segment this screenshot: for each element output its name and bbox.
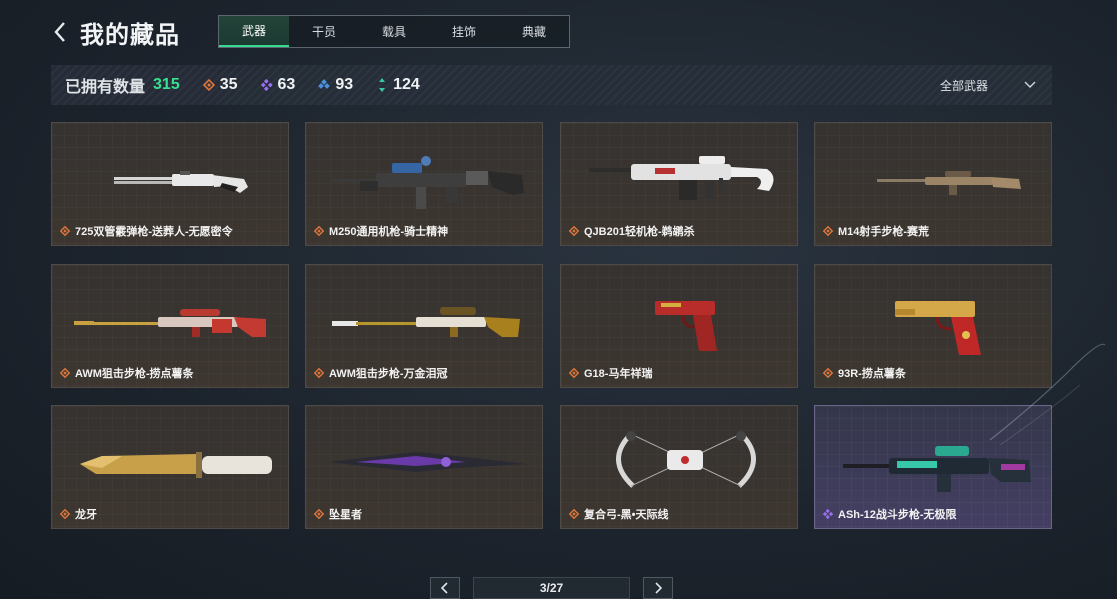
light-machine-gun-icon — [589, 156, 774, 200]
tab-weapons[interactable]: 武器 — [219, 16, 289, 47]
tab-charms[interactable]: 挂饰 — [429, 16, 499, 47]
item-label: 93R-捞点薯条 — [823, 365, 906, 381]
item-card[interactable]: AWM狙击步枪-万金泪冠 — [305, 264, 543, 388]
item-grid: 725双管霰弹枪-送葬人-无愿密令 M250通用机枪-骑士精神 QJB201轻机… — [51, 122, 1052, 532]
stats-bar: 已拥有数量 315 35 63 93 124 全部武器 — [51, 65, 1052, 105]
category-tabs: 武器 干员 载具 挂饰 典藏 — [218, 15, 570, 48]
item-card[interactable]: G18-马年祥瑞 — [560, 264, 798, 388]
stat-orange-count: 35 — [219, 76, 238, 93]
owned-label: 已拥有数量 — [65, 79, 146, 96]
item-label: AWM狙击步枪-万金泪冠 — [314, 365, 448, 381]
chevron-down-icon — [1024, 81, 1036, 88]
marksman-rifle-icon — [877, 171, 1021, 195]
orange-diamond-icon — [569, 226, 579, 236]
item-label: AWM狙击步枪-捞点薯条 — [60, 365, 194, 381]
item-label: 坠星者 — [314, 506, 362, 522]
item-card[interactable]: M250通用机枪-骑士精神 — [305, 122, 543, 246]
item-label: ASh-12战斗步枪-无极限 — [823, 506, 957, 522]
item-card[interactable]: 龙牙 — [51, 405, 289, 529]
item-name: G18-马年祥瑞 — [584, 368, 653, 380]
item-name: 93R-捞点薯条 — [838, 368, 906, 380]
shotgun-icon — [114, 171, 248, 193]
orange-diamond-icon — [569, 509, 579, 519]
item-name: QJB201轻机枪-鹈鹕杀 — [584, 226, 695, 238]
blade-icon — [328, 452, 526, 472]
stat-blue-count: 93 — [335, 76, 354, 93]
stat-orange: 35 — [202, 76, 238, 94]
machine-gun-icon — [332, 156, 524, 209]
orange-diamond-icon — [314, 509, 324, 519]
item-card[interactable]: M14射手步枪-赛荒 — [814, 122, 1052, 246]
item-card[interactable]: ASh-12战斗步枪-无极限 — [814, 405, 1052, 529]
item-label: M14射手步枪-赛荒 — [823, 223, 929, 239]
orange-diamond-icon — [60, 226, 70, 236]
item-label: 复合弓-黑•天际线 — [569, 506, 669, 522]
item-label: QJB201轻机枪-鹈鹕杀 — [569, 223, 695, 239]
orange-diamond-icon — [569, 368, 579, 378]
item-card[interactable]: 复合弓-黑•天际线 — [560, 405, 798, 529]
pistol-icon — [895, 301, 981, 355]
weapon-filter-dropdown[interactable]: 全部武器 — [940, 65, 1036, 105]
item-card[interactable]: 93R-捞点薯条 — [814, 264, 1052, 388]
item-name: AWM狙击步枪-捞点薯条 — [75, 368, 194, 380]
item-name: 725双管霰弹枪-送葬人-无愿密令 — [75, 226, 233, 238]
item-label: M250通用机枪-骑士精神 — [314, 223, 448, 239]
orange-diamond-icon — [823, 226, 833, 236]
page-indicator: 3/27 — [473, 577, 630, 599]
page-header: 我的藏品 — [50, 14, 180, 50]
orange-diamond-icon — [202, 78, 216, 92]
item-name: 龙牙 — [75, 509, 97, 521]
orange-diamond-icon — [60, 509, 70, 519]
stat-green: 124 — [375, 76, 420, 94]
knife-icon — [80, 452, 272, 478]
stat-blue: 93 — [317, 76, 353, 94]
prev-page-button[interactable] — [430, 577, 460, 599]
orange-diamond-icon — [314, 368, 324, 378]
tab-collectibles[interactable]: 典藏 — [499, 16, 569, 47]
orange-diamond-icon — [823, 368, 833, 378]
chevron-left-icon — [54, 22, 65, 42]
item-card[interactable]: QJB201轻机枪-鹈鹕杀 — [560, 122, 798, 246]
stat-purple-count: 63 — [277, 76, 296, 93]
back-button[interactable] — [50, 18, 70, 46]
purple-diamond-icon — [260, 78, 274, 92]
battle-rifle-icon — [843, 446, 1031, 492]
next-page-button[interactable] — [643, 577, 673, 599]
green-arrows-icon — [375, 78, 389, 92]
filter-label: 全部武器 — [939, 78, 988, 93]
chevron-right-icon — [655, 582, 662, 594]
item-card[interactable]: 坠星者 — [305, 405, 543, 529]
tab-vehicles[interactable]: 载具 — [359, 16, 429, 47]
page-title: 我的藏品 — [80, 21, 180, 49]
item-name: ASh-12战斗步枪-无极限 — [838, 509, 957, 521]
chevron-left-icon — [441, 582, 448, 594]
purple-diamond-icon — [823, 509, 833, 519]
item-label: 725双管霰弹枪-送葬人-无愿密令 — [60, 223, 233, 239]
item-label: 龙牙 — [60, 506, 97, 522]
item-card[interactable]: 725双管霰弹枪-送葬人-无愿密令 — [51, 122, 289, 246]
tab-operators[interactable]: 干员 — [289, 16, 359, 47]
item-name: M14射手步枪-赛荒 — [838, 226, 930, 238]
pagination: 3/27 — [0, 577, 1117, 599]
orange-diamond-icon — [60, 368, 70, 378]
owned-count: 315 — [153, 76, 180, 93]
stat-purple: 63 — [260, 76, 296, 94]
item-card[interactable]: AWM狙击步枪-捞点薯条 — [51, 264, 289, 388]
blue-diamond-icon — [317, 78, 331, 92]
sniper-rifle-icon — [74, 309, 266, 337]
sniper-rifle-icon — [332, 307, 520, 337]
item-name: M250通用机枪-骑士精神 — [329, 226, 449, 238]
item-label: G18-马年祥瑞 — [569, 365, 652, 381]
orange-diamond-icon — [314, 226, 324, 236]
stat-green-count: 124 — [393, 76, 420, 93]
item-name: AWM狙击步枪-万金泪冠 — [329, 368, 448, 380]
item-name: 坠星者 — [329, 509, 362, 521]
compound-bow-icon — [616, 431, 756, 488]
pistol-icon — [655, 301, 717, 351]
item-name: 复合弓-黑•天际线 — [584, 509, 669, 521]
